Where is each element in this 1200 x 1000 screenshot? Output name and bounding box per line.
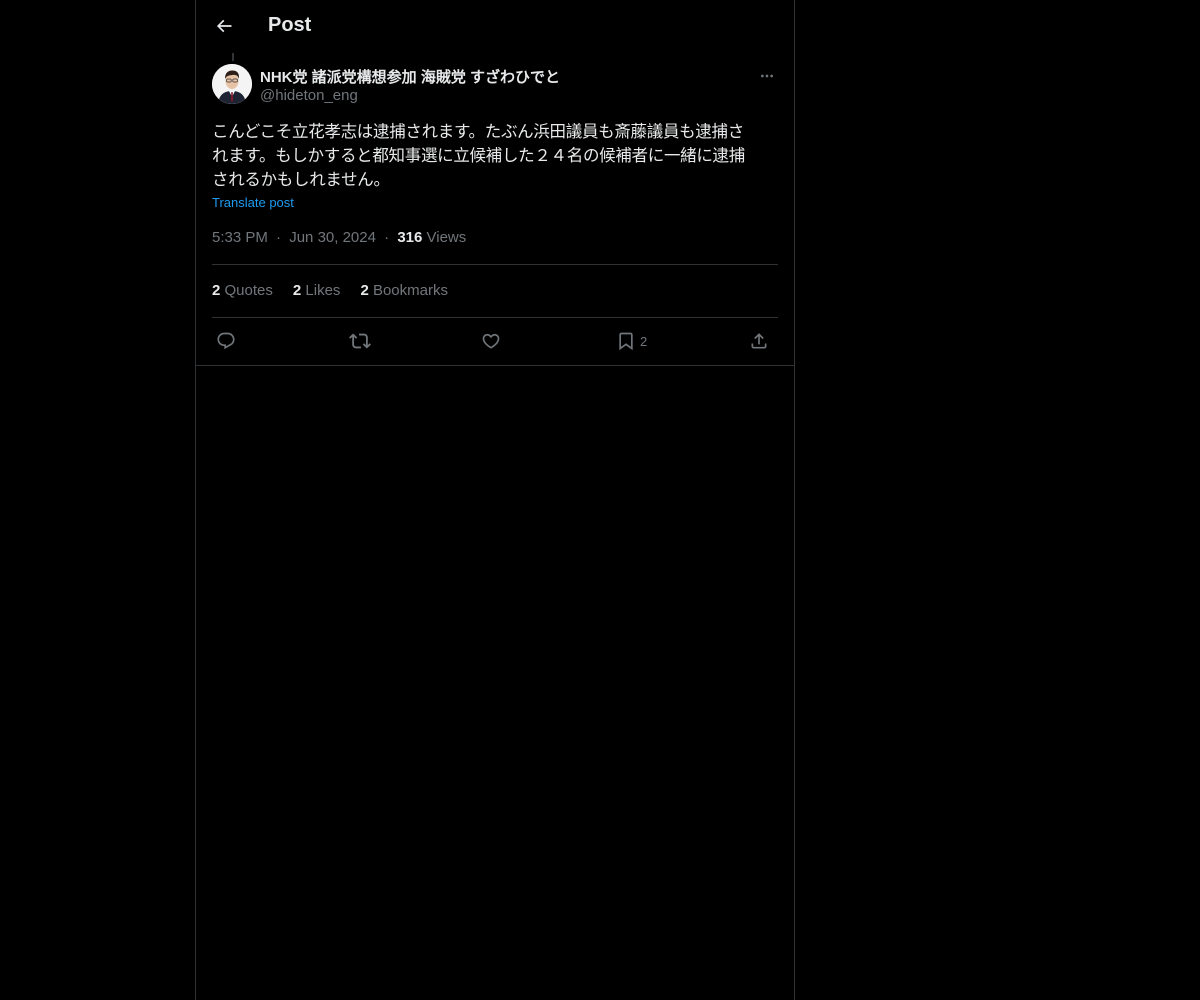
share-button[interactable]	[749, 328, 769, 354]
bookmarks-count: 2	[360, 282, 369, 299]
reply-icon	[217, 332, 235, 350]
bookmark-icon	[619, 332, 633, 351]
bookmarks-stat[interactable]: 2 Bookmarks	[360, 282, 448, 299]
thread-connector-line	[232, 53, 234, 61]
engagement-stats: 2 Quotes 2 Likes 2 Bookmarks	[212, 282, 448, 299]
meta-separator: ·	[384, 229, 390, 246]
like-button[interactable]	[481, 328, 501, 354]
divider	[212, 317, 778, 318]
author-display-name[interactable]: NHK党 諸派党構想参加 海賊党 すざわひでと	[260, 66, 560, 87]
translate-post-link[interactable]: Translate post	[212, 195, 294, 210]
likes-label: Likes	[305, 282, 341, 299]
bookmark-count: 2	[640, 333, 648, 349]
bookmarks-label: Bookmarks	[372, 282, 448, 299]
post-text-line: こんどこそ立花孝志は逮捕されます。たぶん浜田議員も斎藤議員も逮捕さ	[212, 122, 744, 141]
likes-count: 2	[292, 282, 302, 299]
meta-separator: ·	[276, 229, 282, 246]
arrow-left-icon	[216, 19, 232, 33]
author-handle[interactable]: @hideton_eng	[260, 87, 358, 104]
share-icon	[751, 333, 767, 349]
bookmark-button[interactable]: 2	[616, 328, 647, 354]
heart-icon	[482, 333, 500, 349]
quotes-label: Quotes	[224, 282, 273, 299]
post-text: こんどこそ立花孝志は逮捕されます。たぶん浜田議員も斎藤議員も逮捕さ れます。もし…	[212, 120, 778, 192]
more-options-button[interactable]	[756, 66, 778, 86]
ellipsis-icon	[761, 74, 773, 78]
repost-button[interactable]	[349, 328, 371, 354]
views-label: Views	[426, 229, 467, 246]
views-count: 316	[397, 229, 423, 246]
post-bottom-border	[196, 365, 794, 366]
reply-button[interactable]	[216, 328, 236, 354]
quotes-count: 2	[212, 282, 221, 299]
likes-stat[interactable]: 2 Likes	[293, 282, 341, 299]
divider	[212, 264, 778, 265]
back-button[interactable]	[208, 10, 240, 42]
post-time[interactable]: 5:33 PM	[212, 229, 268, 246]
page-title: Post	[268, 14, 312, 36]
main-column: Post NHK党 諸派党構想参加 海賊党 すざわひでと @hideton_en…	[195, 0, 795, 1000]
action-bar: 2	[212, 328, 778, 354]
post-text-line: れます。もしかすると都知事選に立候補した２４名の候補者に一緒に逮捕	[212, 146, 745, 165]
post-metadata: 5:33 PM · Jun 30, 2024 · 316 Views	[212, 229, 466, 246]
quotes-stat[interactable]: 2 Quotes	[212, 282, 273, 299]
post-header: Post	[196, 0, 794, 53]
avatar[interactable]	[212, 64, 252, 104]
repost-icon	[349, 333, 371, 349]
post-date[interactable]: Jun 30, 2024	[289, 229, 376, 246]
post-text-line: されるかもしれません。	[212, 170, 390, 189]
user-photo	[212, 64, 252, 104]
